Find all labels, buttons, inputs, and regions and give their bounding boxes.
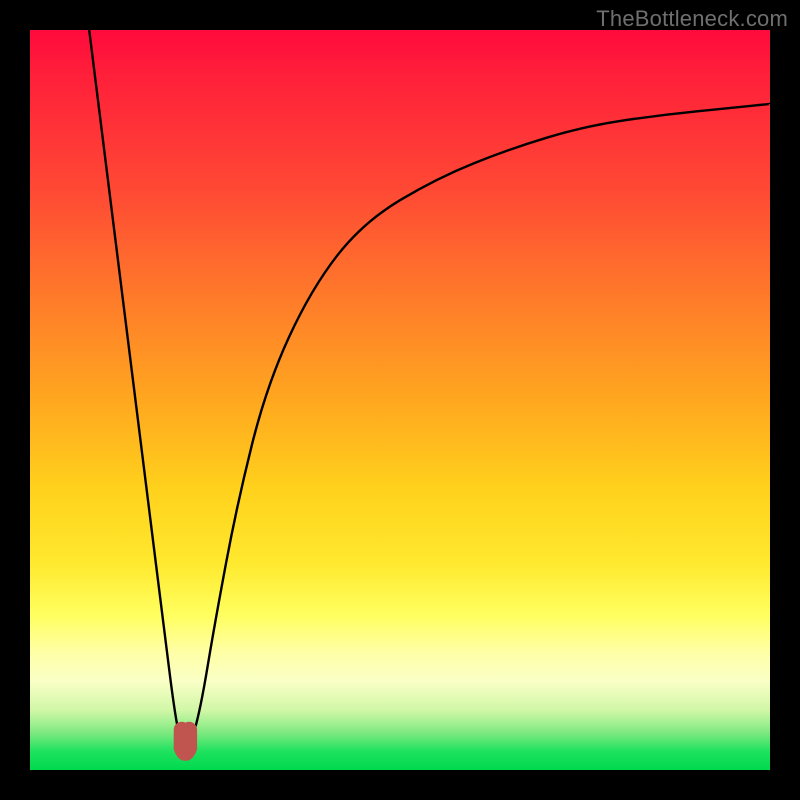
bottleneck-curve	[89, 30, 770, 748]
watermark-text: TheBottleneck.com	[596, 6, 788, 32]
plot-area	[30, 30, 770, 770]
minimum-marker	[182, 730, 189, 753]
curve-layer	[30, 30, 770, 770]
chart-frame: TheBottleneck.com	[0, 0, 800, 800]
